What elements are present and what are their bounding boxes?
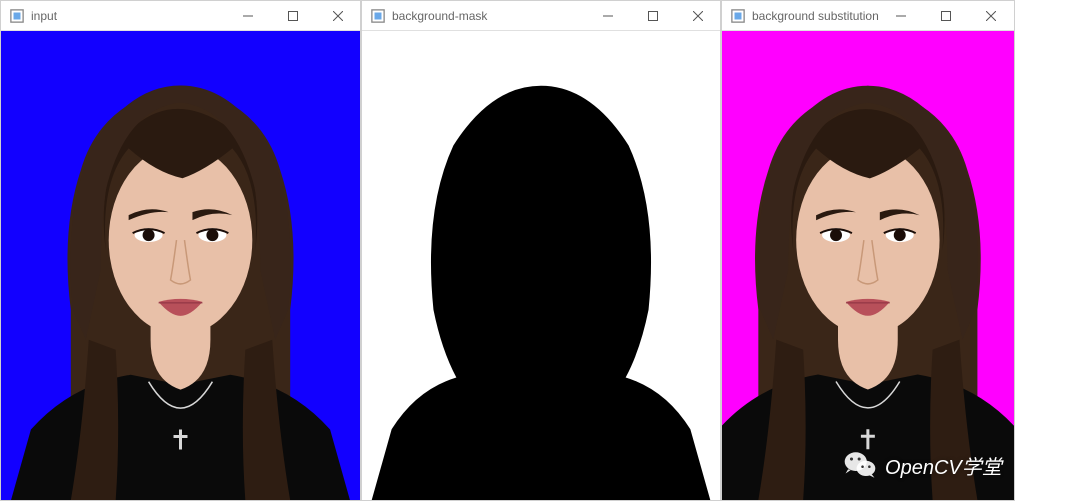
image-viewport-substitution: OpenCV学堂 — [722, 31, 1014, 500]
app-icon — [730, 8, 746, 24]
watermark: OpenCV学堂 — [843, 448, 1002, 482]
wechat-icon — [843, 448, 877, 482]
window-controls — [879, 1, 1014, 30]
close-button[interactable] — [315, 1, 360, 30]
maximize-button[interactable] — [630, 1, 675, 30]
window-title: input — [31, 9, 225, 23]
maximize-button[interactable] — [270, 1, 315, 30]
titlebar[interactable]: background substitution — [722, 1, 1014, 31]
window-title: background-mask — [392, 9, 585, 23]
window-controls — [225, 1, 360, 30]
window-controls — [585, 1, 720, 30]
watermark-text: OpenCV学堂 — [885, 451, 1002, 480]
app-icon — [9, 8, 25, 24]
titlebar[interactable]: background-mask — [362, 1, 720, 31]
image-viewport-mask — [362, 31, 720, 500]
close-button[interactable] — [969, 1, 1014, 30]
titlebar[interactable]: input — [1, 1, 360, 31]
minimize-button[interactable] — [585, 1, 630, 30]
close-button[interactable] — [675, 1, 720, 30]
image-viewport-input — [1, 31, 360, 500]
minimize-button[interactable] — [225, 1, 270, 30]
window-input: input — [0, 0, 361, 501]
maximize-button[interactable] — [924, 1, 969, 30]
window-background-substitution: background substitution — [721, 0, 1015, 501]
window-title: background substitution — [752, 9, 879, 23]
app-icon — [370, 8, 386, 24]
minimize-button[interactable] — [879, 1, 924, 30]
window-background-mask: background-mask — [361, 0, 721, 501]
